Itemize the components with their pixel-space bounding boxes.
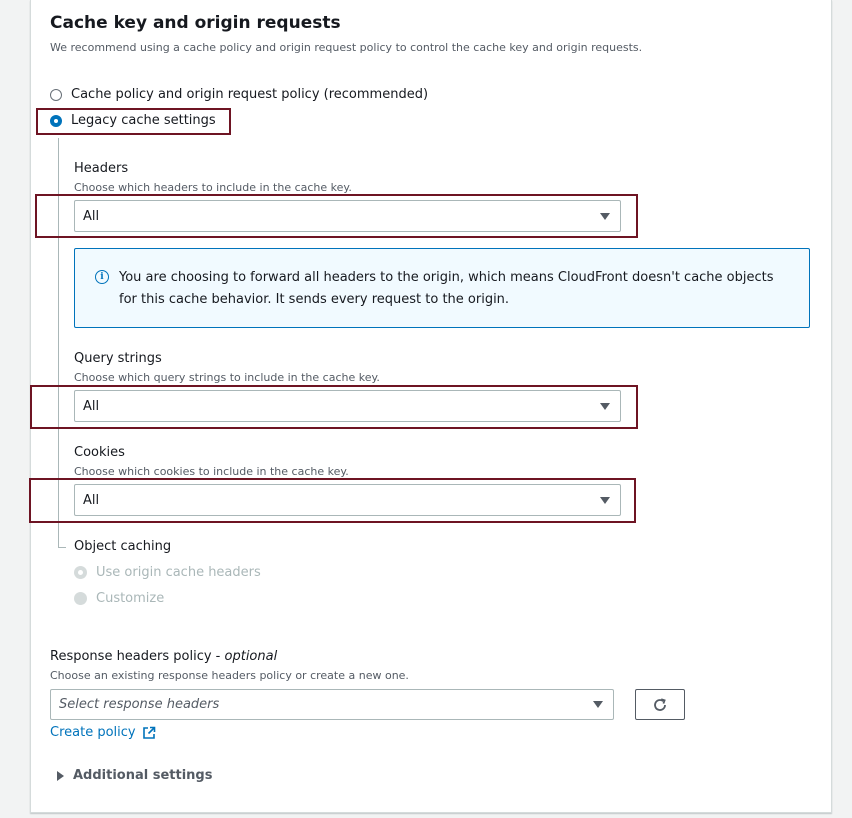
external-link-icon: [142, 726, 155, 739]
object-caching-label: Object caching: [74, 539, 172, 554]
response-headers-placeholder: Select response headers: [59, 697, 220, 712]
radio-use-origin-cache-headers: Use origin cache headers: [74, 565, 261, 580]
query-strings-select-value: All: [83, 398, 100, 414]
cookies-description: Choose which cookies to include in the c…: [74, 465, 349, 478]
response-headers-description: Choose an existing response headers poli…: [50, 669, 409, 682]
radio-legacy-cache-settings[interactable]: Legacy cache settings: [50, 113, 216, 128]
response-headers-label: Response headers policy - optional: [50, 649, 277, 664]
info-icon: i: [95, 270, 109, 284]
cookies-select-value: All: [83, 492, 100, 508]
radio-cache-policy-label: Cache policy and origin request policy (…: [71, 87, 429, 102]
customize-label: Customize: [96, 591, 165, 606]
radio-button[interactable]: [50, 88, 62, 101]
radio-button-disabled: [74, 566, 87, 579]
radio-button-selected[interactable]: [50, 114, 62, 127]
caret-down-icon: [600, 497, 610, 504]
refresh-icon: [654, 697, 666, 711]
caret-down-icon: [600, 213, 610, 220]
refresh-button[interactable]: [635, 689, 685, 720]
radio-button-disabled: [74, 592, 87, 605]
label-separator: -: [211, 649, 225, 664]
caret-down-icon: [600, 403, 610, 410]
cookies-label: Cookies: [74, 445, 125, 460]
additional-settings-toggle[interactable]: Additional settings: [56, 768, 212, 783]
cookies-select[interactable]: All: [74, 484, 621, 516]
create-policy-label: Create policy: [50, 725, 136, 740]
query-strings-description: Choose which query strings to include in…: [74, 371, 380, 384]
additional-settings-label: Additional settings: [73, 768, 213, 783]
response-headers-select[interactable]: Select response headers: [50, 689, 614, 720]
radio-customize: Customize: [74, 591, 164, 606]
headers-label: Headers: [74, 161, 129, 176]
caret-down-icon: [593, 701, 603, 708]
create-policy-link[interactable]: Create policy: [50, 725, 156, 740]
headers-info-text: You are choosing to forward all headers …: [119, 270, 774, 307]
tree-branch-line: [58, 547, 66, 548]
caret-right-icon: [57, 770, 64, 781]
query-strings-label: Query strings: [74, 351, 162, 366]
headers-description: Choose which headers to include in the c…: [74, 181, 352, 194]
section-title: Cache key and origin requests: [50, 13, 341, 33]
response-headers-label-text: Response headers policy: [50, 649, 212, 664]
radio-legacy-label: Legacy cache settings: [71, 113, 216, 128]
section-description: We recommend using a cache policy and or…: [50, 41, 643, 54]
radio-cache-policy[interactable]: Cache policy and origin request policy (…: [50, 87, 428, 102]
headers-info-alert: i You are choosing to forward all header…: [74, 248, 810, 328]
headers-select[interactable]: All: [74, 200, 621, 232]
headers-select-value: All: [83, 208, 100, 224]
optional-label: optional: [224, 649, 278, 664]
use-origin-cache-headers-label: Use origin cache headers: [96, 565, 261, 580]
query-strings-select[interactable]: All: [74, 390, 621, 422]
